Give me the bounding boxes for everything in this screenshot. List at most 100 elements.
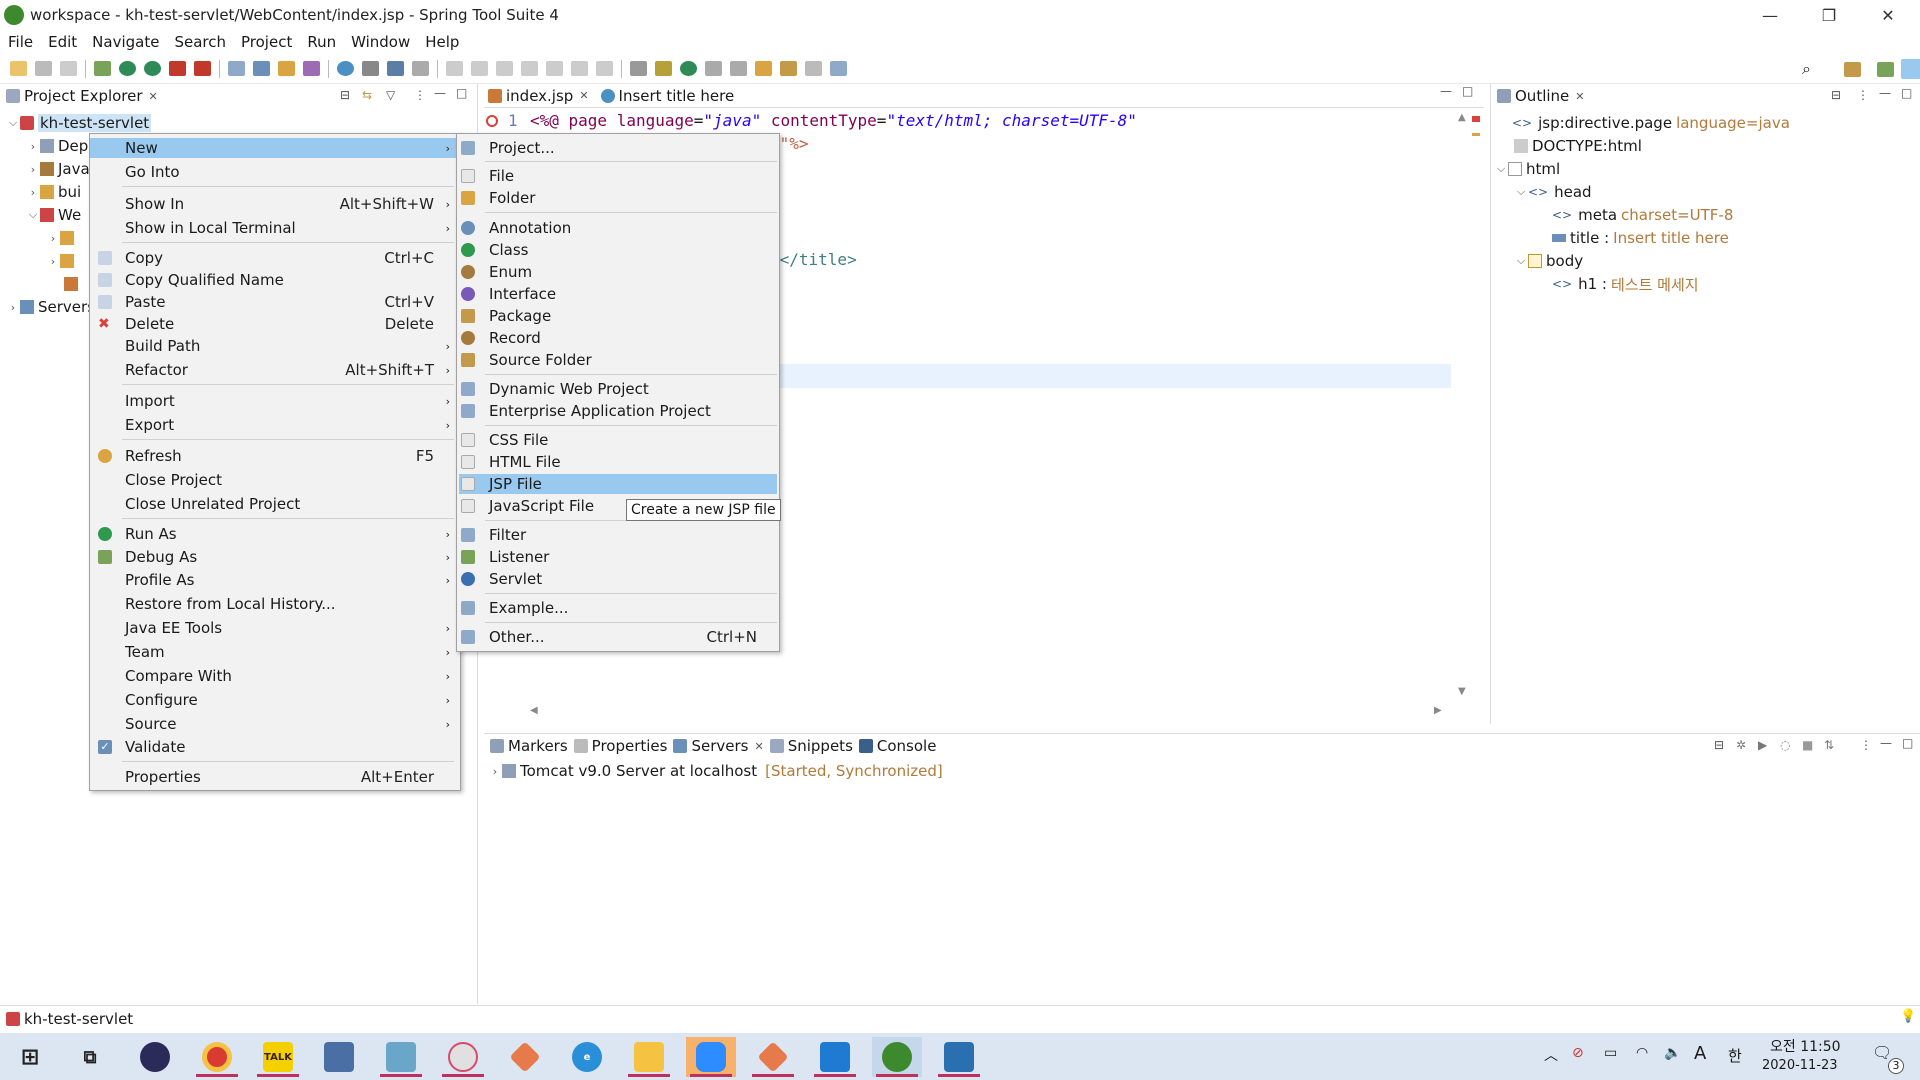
submenu-item-interface[interactable]: Interface	[457, 284, 779, 304]
submenu-item-file[interactable]: File	[457, 166, 779, 186]
submenu-item-css-file[interactable]: CSS File	[457, 430, 779, 450]
taskbar-app-explorer[interactable]	[624, 1037, 674, 1077]
chevron-right-icon[interactable]: ›	[26, 140, 40, 153]
minimize-view-icon[interactable]: —	[1879, 86, 1891, 100]
editor-tab-index[interactable]: index.jsp	[506, 87, 573, 105]
outline-item[interactable]: ⌵ html	[1494, 158, 1560, 180]
menu-item-close-unrelated[interactable]: Close Unrelated Project	[90, 494, 460, 514]
submenu-item-folder[interactable]: Folder	[457, 188, 779, 208]
collapse-all-icon[interactable]: ⊟	[1714, 738, 1724, 752]
taskbar-app-git2[interactable]	[748, 1037, 798, 1077]
link-editor-icon[interactable]: ⇆	[362, 88, 372, 102]
submenu-item-class[interactable]: Class	[457, 240, 779, 260]
pin-editor-icon[interactable]	[830, 61, 847, 76]
chevron-up-icon[interactable]: ︿	[1544, 1045, 1558, 1065]
maximize-view-icon[interactable]: □	[1902, 736, 1913, 750]
ime-mode[interactable]: A	[1694, 1043, 1706, 1064]
chevron-down-icon[interactable]: ⌵	[1514, 185, 1528, 199]
java-ee-perspective-icon[interactable]	[1877, 62, 1894, 77]
menu-item-paste[interactable]: Paste Ctrl+V	[90, 292, 460, 312]
submenu-item-jsp-file[interactable]: JSP File	[459, 474, 777, 494]
language-indicator[interactable]: 한	[1728, 1045, 1742, 1066]
taskbar-app-ie[interactable]: e	[562, 1037, 612, 1077]
submenu-item-enterprise-project[interactable]: Enterprise Application Project	[457, 401, 779, 421]
menu-item-java-ee-tools[interactable]: Java EE Tools ›	[90, 618, 460, 638]
outline-item[interactable]: ⌵ body	[1514, 250, 1583, 272]
volume-icon[interactable]: 🔈	[1664, 1045, 1681, 1061]
step-return-icon[interactable]	[596, 61, 613, 76]
taskbar-app-chrome[interactable]	[192, 1037, 242, 1077]
new-class-icon[interactable]	[253, 61, 270, 76]
stop-server-icon[interactable]	[169, 61, 186, 76]
submenu-item-dynamic-web-project[interactable]: Dynamic Web Project	[457, 379, 779, 399]
tree-item[interactable]	[60, 273, 82, 295]
menu-item-new[interactable]: New ›	[90, 138, 460, 158]
minimize-button[interactable]: —	[1746, 0, 1794, 30]
maximize-view-icon[interactable]: □	[1462, 84, 1473, 98]
outline-item[interactable]: <> jsp:directive.page language=java	[1512, 112, 1790, 134]
submenu-item-annotation[interactable]: Annotation	[457, 218, 779, 238]
scroll-up-icon[interactable]: ▲	[1458, 112, 1466, 123]
debug-server-icon[interactable]: ✲	[1736, 738, 1746, 752]
taskbar-app-calculator[interactable]	[314, 1037, 364, 1077]
run-icon[interactable]	[119, 61, 136, 76]
tree-item[interactable]: ›	[46, 227, 78, 249]
annotation-icon[interactable]	[655, 61, 672, 76]
menu-item-close-project[interactable]: Close Project	[90, 470, 460, 490]
globe-icon[interactable]	[337, 61, 354, 76]
restore-button[interactable]: ❐	[1805, 0, 1853, 30]
clock-time[interactable]: 오전 11:50	[1770, 1036, 1841, 1056]
outline-item[interactable]: title : Insert title here	[1552, 227, 1729, 249]
suspend-icon[interactable]	[471, 61, 488, 76]
minimize-view-icon[interactable]: —	[434, 86, 446, 100]
taskbar-app-snip[interactable]	[438, 1037, 488, 1077]
submenu-item-html-file[interactable]: HTML File	[457, 452, 779, 472]
skip-breakpoints-icon[interactable]	[412, 61, 429, 76]
view-menu-icon[interactable]: ⋮	[1860, 738, 1872, 752]
menu-run[interactable]: Run	[307, 33, 336, 51]
menu-item-validate[interactable]: ✓ Validate	[90, 737, 460, 757]
menu-item-profile-as[interactable]: Profile As ›	[90, 570, 460, 590]
submenu-item-other[interactable]: Other... Ctrl+N	[457, 627, 779, 647]
menu-item-show-in[interactable]: Show In Alt+Shift+W ›	[90, 194, 460, 214]
menu-item-refactor[interactable]: Refactor Alt+Shift+T ›	[90, 360, 460, 380]
save-all-icon[interactable]	[60, 61, 77, 76]
outline-item[interactable]: ⌵ <> head	[1514, 181, 1592, 203]
menu-item-compare-with[interactable]: Compare With ›	[90, 666, 460, 686]
tab-servers[interactable]: Servers	[691, 737, 748, 755]
task-view-button[interactable]: ⧉	[65, 1037, 115, 1077]
menu-item-delete[interactable]: ✖ Delete Delete	[90, 314, 460, 334]
outline-item[interactable]: <> h1 : 테스트 메세지	[1552, 273, 1699, 295]
maximize-view-icon[interactable]: □	[1901, 86, 1912, 100]
tab-markers[interactable]: Markers	[508, 737, 568, 755]
back-icon[interactable]	[780, 61, 797, 76]
spring-perspective-icon[interactable]	[1901, 59, 1920, 79]
save-icon[interactable]	[35, 61, 52, 76]
submenu-item-example[interactable]: Example...	[457, 598, 779, 618]
taskbar-app-eclipse[interactable]	[130, 1037, 180, 1077]
terminal-icon[interactable]	[362, 61, 379, 76]
code-line-1[interactable]: <%@ page language="java" contentType="te…	[530, 111, 1137, 130]
taskbar-app-kakaotalk[interactable]: TALK	[253, 1037, 303, 1077]
tree-project-row[interactable]: ⌵ kh-test-servlet	[6, 112, 152, 134]
close-icon[interactable]: ✕	[1575, 90, 1584, 103]
submenu-item-package[interactable]: Package	[457, 306, 779, 326]
close-button[interactable]: ✕	[1864, 0, 1912, 30]
step-into-icon[interactable]	[546, 61, 563, 76]
filter-icon[interactable]: ▽	[386, 88, 395, 102]
taskbar-app-editor[interactable]	[376, 1037, 426, 1077]
search-tool-icon[interactable]	[303, 61, 320, 76]
menu-item-export[interactable]: Export ›	[90, 415, 460, 435]
chevron-down-icon[interactable]: ⌵	[26, 208, 40, 222]
network-status-icon[interactable]: ⊘	[1572, 1045, 1584, 1061]
scroll-right-icon[interactable]: ▶	[1434, 705, 1442, 716]
submenu-item-enum[interactable]: Enum	[457, 262, 779, 282]
view-menu-icon[interactable]: ⋮	[1857, 88, 1869, 102]
tab-console[interactable]: Console	[877, 737, 937, 755]
vertical-scrollbar[interactable]: ▲ ▼	[1456, 112, 1471, 702]
debug-icon[interactable]	[94, 61, 111, 76]
submenu-item-filter[interactable]: Filter	[457, 525, 779, 545]
submenu-item-record[interactable]: Record	[457, 328, 779, 348]
open-type-icon[interactable]	[278, 61, 295, 76]
tree-item[interactable]: ›	[46, 250, 78, 272]
